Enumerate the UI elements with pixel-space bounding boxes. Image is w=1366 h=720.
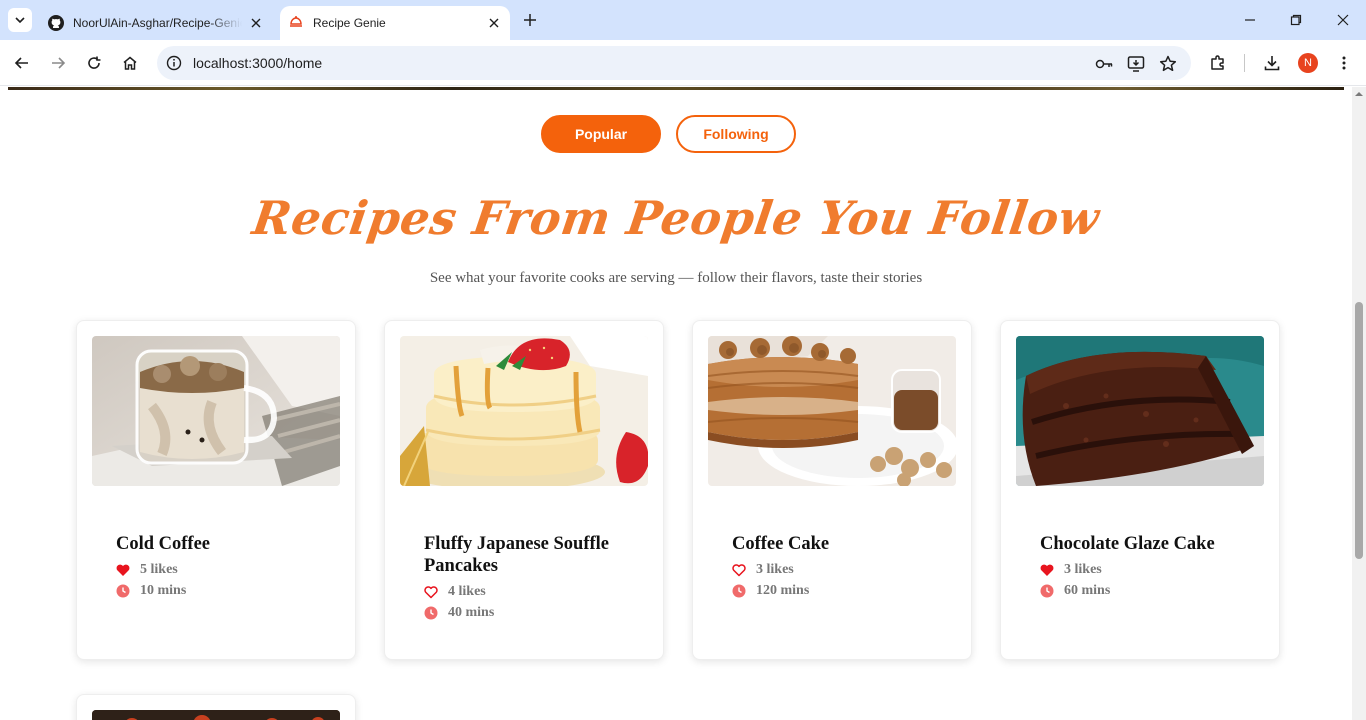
recipe-image-cold-coffee (92, 336, 340, 486)
tab-search-button[interactable] (8, 8, 32, 32)
cook-time: 40 mins (448, 605, 495, 620)
scroll-up-arrow-icon (1355, 92, 1363, 96)
tab-title: Recipe Genie (313, 16, 386, 30)
recipe-likes: 4 likes (424, 584, 644, 600)
clock-icon (424, 606, 438, 620)
profile-avatar[interactable]: N (1298, 53, 1318, 73)
recipe-likes: 3 likes (1040, 562, 1260, 578)
puzzle-icon (1211, 55, 1224, 70)
recipe-likes: 5 likes (116, 562, 336, 578)
site-info-icon[interactable] (165, 54, 183, 72)
heart-filled-icon[interactable] (1040, 563, 1054, 577)
likes-count: 3 likes (756, 562, 794, 577)
recipe-card[interactable]: Cold Coffee 5 likes 10 mins (76, 320, 356, 660)
likes-count: 5 likes (140, 562, 178, 577)
close-tab-icon[interactable] (248, 15, 264, 31)
page-scrollbar[interactable] (1352, 87, 1366, 720)
recipe-image-coffee-cake (708, 336, 956, 486)
section-subtitle: See what your favorite cooks are serving… (429, 270, 923, 286)
reload-icon (88, 56, 101, 69)
browser-menu-button[interactable] (1332, 51, 1356, 75)
arrow-right-icon (52, 57, 66, 69)
recipe-name[interactable]: Chocolate Glaze Cake (1040, 533, 1260, 555)
likes-count: 3 likes (1064, 562, 1102, 577)
restore-button[interactable] (1286, 10, 1306, 30)
browser-toolbar: localhost:3000/home N (0, 40, 1366, 86)
clock-icon (732, 584, 746, 598)
downloads-button[interactable] (1260, 51, 1284, 75)
recipe-genie-favicon (288, 15, 304, 31)
recipe-time: 60 mins (1040, 583, 1260, 599)
close-icon (1337, 14, 1349, 26)
chevron-down-icon (15, 17, 25, 24)
heart-outline-icon[interactable] (732, 563, 746, 577)
address-bar[interactable]: localhost:3000/home (157, 46, 1191, 80)
popular-filter-button[interactable]: Popular (541, 115, 661, 153)
browser-tab-bar: NoorUlAin-Asghar/Recipe-Genie Recipe Gen… (0, 0, 1366, 40)
tab-recipe-genie[interactable]: Recipe Genie (280, 6, 510, 40)
password-key-icon[interactable] (1094, 54, 1114, 74)
recipe-name[interactable]: Fluffy Japanese Souffle Pancakes (424, 533, 644, 577)
recipe-image-pizza (92, 710, 340, 720)
recipe-card[interactable]: Fluffy Japanese Souffle Pancakes 4 likes… (384, 320, 664, 660)
scrollbar-thumb[interactable] (1355, 302, 1363, 559)
clock-icon (116, 584, 130, 598)
forward-button[interactable] (46, 51, 70, 75)
url-text[interactable]: localhost:3000/home (193, 55, 322, 71)
kebab-menu-icon (1342, 56, 1346, 70)
tab-title: NoorUlAin-Asghar/Recipe-Genie (73, 16, 242, 30)
cook-time: 120 mins (756, 583, 810, 598)
close-tab-icon[interactable] (486, 15, 502, 31)
restore-icon (1290, 14, 1302, 26)
cook-time: 60 mins (1064, 583, 1111, 598)
download-icon (1264, 56, 1280, 71)
tab-github[interactable]: NoorUlAin-Asghar/Recipe-Genie (40, 6, 272, 40)
cook-time: 10 mins (140, 583, 187, 598)
minimize-icon (1245, 19, 1255, 21)
plus-icon (524, 14, 536, 26)
install-app-icon[interactable] (1126, 54, 1146, 74)
recipe-image-chocolate-glaze-cake (1016, 336, 1264, 486)
clock-icon (1040, 584, 1054, 598)
hero-image-bottom-edge (8, 87, 1344, 90)
recipe-time: 40 mins (424, 605, 644, 621)
recipe-name[interactable]: Cold Coffee (116, 533, 336, 555)
likes-count: 4 likes (448, 584, 486, 599)
new-tab-button[interactable] (520, 10, 540, 30)
recipe-time: 10 mins (116, 583, 336, 599)
minimize-button[interactable] (1240, 10, 1260, 30)
close-window-button[interactable] (1333, 10, 1353, 30)
reload-button[interactable] (82, 51, 106, 75)
github-icon (48, 15, 64, 31)
following-filter-button[interactable]: Following (676, 115, 796, 153)
recipe-likes: 3 likes (732, 562, 952, 578)
home-icon (123, 56, 137, 70)
toolbar-divider (1244, 54, 1245, 72)
extensions-button[interactable] (1206, 51, 1230, 75)
heart-outline-icon[interactable] (424, 585, 438, 599)
recipe-name[interactable]: Coffee Cake (732, 533, 952, 555)
recipe-time: 120 mins (732, 583, 952, 599)
section-title: Recipes From People You Follow (249, 191, 1103, 245)
page-viewport: Popular Following Recipes From People Yo… (0, 87, 1352, 720)
recipe-card[interactable]: Coffee Cake 3 likes 120 mins (692, 320, 972, 660)
recipe-card[interactable]: Chocolate Glaze Cake 3 likes 60 mins (1000, 320, 1280, 660)
bookmark-star-icon[interactable] (1158, 54, 1178, 74)
recipe-card[interactable] (76, 694, 356, 720)
heart-filled-icon[interactable] (116, 563, 130, 577)
recipe-image-souffle-pancakes (400, 336, 648, 486)
back-button[interactable] (10, 51, 34, 75)
home-button[interactable] (118, 51, 142, 75)
arrow-left-icon (14, 57, 28, 69)
